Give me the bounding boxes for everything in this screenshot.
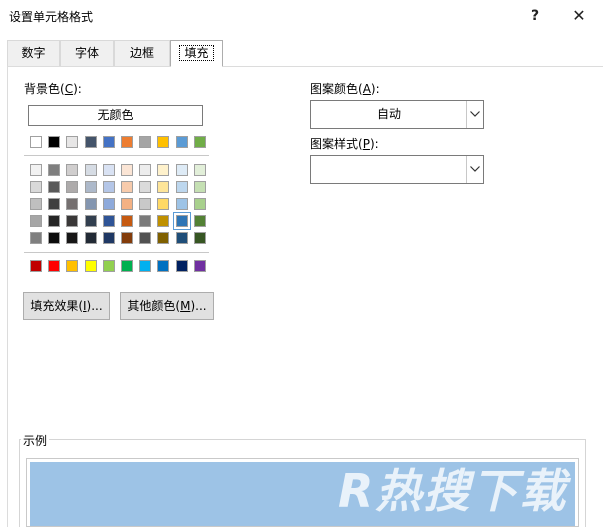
pattern-color-dropdown[interactable]: 自动 — [310, 100, 484, 129]
standard-color-swatch[interactable] — [139, 260, 152, 272]
color-swatch[interactable] — [102, 136, 115, 148]
color-swatch[interactable] — [84, 136, 97, 148]
color-swatch[interactable] — [48, 164, 61, 176]
color-swatch[interactable] — [66, 181, 79, 193]
color-swatch[interactable] — [139, 232, 152, 244]
color-swatch[interactable] — [175, 164, 188, 176]
color-swatch[interactable] — [84, 215, 97, 227]
pattern-color-value: 自动 — [376, 107, 401, 121]
color-swatch[interactable] — [48, 232, 61, 244]
color-swatch[interactable] — [84, 164, 97, 176]
color-swatch[interactable] — [48, 198, 61, 210]
color-swatch[interactable] — [193, 215, 206, 227]
color-swatch[interactable] — [121, 164, 133, 176]
color-swatch[interactable] — [121, 215, 133, 227]
standard-color-swatch[interactable] — [102, 260, 115, 272]
color-swatch[interactable] — [84, 181, 97, 193]
palette-divider — [24, 155, 209, 156]
title-bar: 设置单元格格式 ? ✕ — [0, 0, 604, 32]
color-swatch[interactable] — [30, 232, 42, 244]
pattern-style-dropdown-button[interactable] — [466, 156, 483, 183]
color-swatch[interactable] — [175, 136, 188, 148]
color-swatch[interactable] — [193, 136, 206, 148]
color-swatch[interactable] — [66, 198, 79, 210]
color-swatch[interactable] — [30, 136, 42, 148]
tab-border[interactable]: 边框 — [114, 40, 170, 66]
background-color-label: 背景色(C): — [24, 82, 82, 96]
color-swatch[interactable] — [175, 198, 188, 210]
color-swatch[interactable] — [102, 198, 115, 210]
color-swatch[interactable] — [121, 232, 133, 244]
tab-fill-label: 填充 — [179, 45, 214, 61]
close-button[interactable]: ✕ — [565, 4, 593, 28]
color-swatch[interactable] — [102, 215, 115, 227]
standard-color-swatch[interactable] — [157, 260, 170, 272]
color-swatch[interactable] — [157, 164, 170, 176]
no-color-button[interactable]: 无颜色 — [28, 105, 203, 126]
color-swatch[interactable] — [48, 181, 61, 193]
color-swatch[interactable] — [175, 232, 188, 244]
color-swatch[interactable] — [193, 181, 206, 193]
sample-label: 示例 — [21, 432, 50, 449]
color-swatch[interactable] — [66, 232, 79, 244]
color-swatch[interactable] — [157, 136, 170, 148]
pattern-style-label: 图案样式(P): — [310, 137, 379, 151]
color-swatch[interactable] — [157, 181, 170, 193]
dialog-title: 设置单元格格式 — [9, 10, 94, 24]
pattern-style-dropdown[interactable] — [310, 155, 484, 184]
color-swatch[interactable] — [193, 232, 206, 244]
standard-color-swatch[interactable] — [30, 260, 42, 272]
color-swatch[interactable] — [139, 136, 152, 148]
standard-color-swatch[interactable] — [193, 260, 206, 272]
color-swatch[interactable] — [66, 136, 79, 148]
color-swatch[interactable] — [139, 198, 152, 210]
tab-number[interactable]: 数字 — [7, 40, 60, 66]
color-swatch[interactable] — [48, 215, 61, 227]
standard-color-swatch[interactable] — [175, 260, 188, 272]
color-swatch[interactable] — [84, 232, 97, 244]
color-swatch[interactable] — [30, 215, 42, 227]
color-swatch[interactable] — [121, 198, 133, 210]
color-swatch[interactable] — [48, 136, 61, 148]
standard-color-swatch[interactable] — [84, 260, 97, 272]
fill-effects-button[interactable]: 填充效果(I)... — [23, 292, 110, 320]
palette-divider — [24, 252, 209, 253]
color-swatch[interactable] — [172, 212, 191, 230]
color-swatch[interactable] — [121, 181, 133, 193]
color-swatch[interactable] — [157, 215, 170, 227]
color-swatch[interactable] — [193, 164, 206, 176]
color-swatch[interactable] — [139, 215, 152, 227]
pattern-color-dropdown-button[interactable] — [466, 101, 483, 128]
chevron-down-icon — [470, 111, 480, 117]
standard-color-swatch[interactable] — [48, 260, 61, 272]
standard-color-swatch[interactable] — [121, 260, 133, 272]
color-swatch[interactable] — [139, 164, 152, 176]
color-swatch[interactable] — [102, 232, 115, 244]
color-swatch[interactable] — [66, 164, 79, 176]
more-colors-button[interactable]: 其他颜色(M)... — [120, 292, 214, 320]
color-swatch[interactable] — [30, 198, 42, 210]
chevron-down-icon — [470, 166, 480, 172]
help-button[interactable]: ? — [521, 4, 549, 28]
pattern-color-label: 图案颜色(A): — [310, 82, 380, 96]
color-swatch[interactable] — [193, 198, 206, 210]
color-swatch[interactable] — [84, 198, 97, 210]
color-swatch[interactable] — [102, 164, 115, 176]
tab-font[interactable]: 字体 — [60, 40, 114, 66]
color-swatch[interactable] — [175, 181, 188, 193]
color-swatch[interactable] — [30, 164, 42, 176]
color-swatch[interactable] — [66, 215, 79, 227]
color-swatch[interactable] — [139, 181, 152, 193]
color-swatch[interactable] — [157, 198, 170, 210]
watermark-logo: R热搜下载 — [338, 464, 568, 518]
tab-fill[interactable]: 填充 — [170, 40, 223, 67]
color-swatch[interactable] — [157, 232, 170, 244]
standard-color-swatch[interactable] — [66, 260, 79, 272]
color-swatch[interactable] — [121, 136, 133, 148]
color-swatch[interactable] — [30, 181, 42, 193]
color-swatch[interactable] — [102, 181, 115, 193]
